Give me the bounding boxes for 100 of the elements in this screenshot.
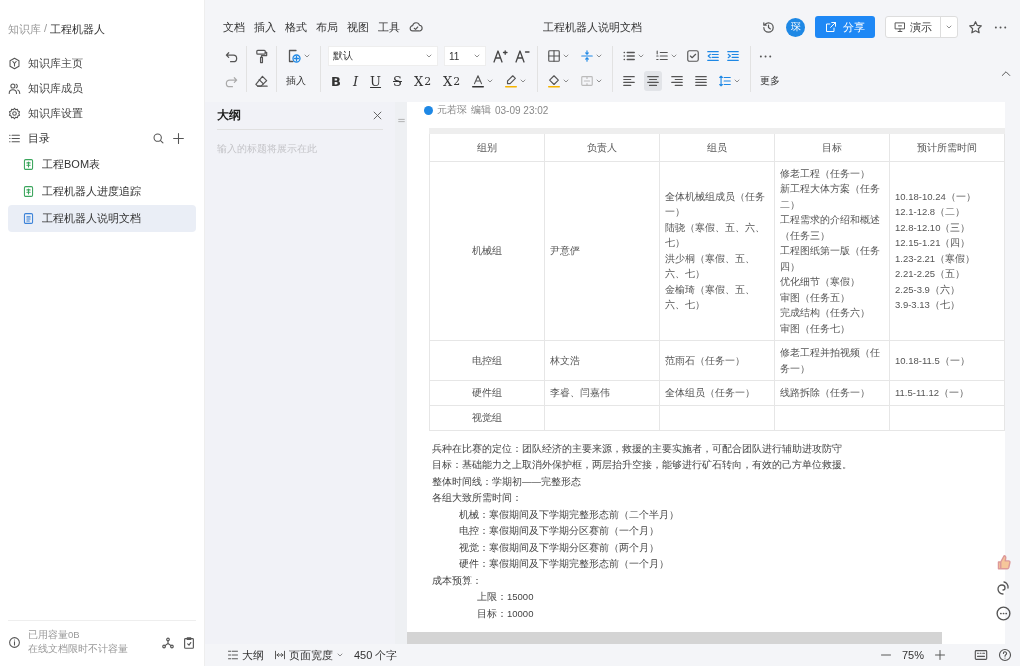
paragraph: 成本预算： <box>432 573 482 588</box>
font-size-select[interactable]: 11 <box>444 46 486 66</box>
table-cell-line: 12.15-1.21（四） <box>895 236 971 251</box>
paragraph: 兵种在比赛的定位：团队经济的主要来源，救援的主要实施者，可配合团队进行辅助进攻防守 <box>432 441 842 456</box>
caret-icon[interactable] <box>670 52 678 60</box>
sidebar-item[interactable]: 知识库主页 <box>8 51 196 76</box>
paragraph: 视觉：寒假期间及下学期分区赛前（两个月） <box>459 540 659 555</box>
menu-item[interactable]: 插入 <box>254 19 276 35</box>
home-icon <box>8 57 21 70</box>
user-avatar[interactable]: 琛 <box>786 17 805 37</box>
outline-toggle[interactable]: 大纲 <box>227 647 264 663</box>
star-icon[interactable] <box>968 19 983 35</box>
caret-icon[interactable] <box>303 52 311 60</box>
caret-icon[interactable] <box>473 52 481 60</box>
more-label[interactable]: 更多 <box>758 74 782 88</box>
share-button[interactable]: 分享 <box>815 16 875 38</box>
insert-label[interactable]: 插入 <box>284 74 308 88</box>
cloud-icon[interactable] <box>409 20 423 34</box>
chat-icon[interactable] <box>994 605 1012 622</box>
outline-title: 大纲 <box>217 107 241 124</box>
sidebar-item-label: 知识库主页 <box>28 56 83 71</box>
format-button[interactable]: U <box>367 71 385 91</box>
drag-handle-icon[interactable] <box>396 116 406 125</box>
caret-icon[interactable] <box>637 52 645 60</box>
horizontal-scrollbar[interactable] <box>407 632 942 644</box>
caret-icon[interactable] <box>595 52 603 60</box>
help-icon[interactable] <box>998 648 1012 662</box>
format-button[interactable]: S <box>390 71 405 91</box>
format-painter-icon[interactable] <box>254 48 269 64</box>
decrease-font-icon[interactable] <box>514 48 530 64</box>
table-cell-line: 洪少桐（寒假、五、六、七） <box>665 251 756 282</box>
table-cell-line: 1.23-2.21（寒假） <box>895 251 976 266</box>
caret-icon[interactable] <box>562 52 570 60</box>
plus-icon[interactable] <box>172 132 185 145</box>
close-icon[interactable] <box>372 110 383 121</box>
table-cell-line: 2.21-2.25（五） <box>895 267 966 282</box>
menu-item[interactable]: 视图 <box>347 19 369 35</box>
menu-item[interactable]: 格式 <box>285 19 307 35</box>
table-cell-line: 修老工程（任务一） <box>780 166 870 181</box>
edit-time: 03-09 23:02 <box>495 104 549 116</box>
outdent-icon[interactable] <box>706 49 720 63</box>
menu-item[interactable]: 文档 <box>223 19 245 35</box>
align-left-icon <box>622 74 636 88</box>
table-icon <box>547 49 561 63</box>
table-cell-line: 10.18-10.24（一） <box>895 189 976 204</box>
history-icon[interactable] <box>761 19 776 35</box>
column-header: 组员 <box>659 131 775 161</box>
caret-icon[interactable] <box>336 651 344 659</box>
numbered-list-icon <box>655 49 669 63</box>
search-icon[interactable] <box>152 132 165 145</box>
table-cell-line: 工程图纸第一版（任务四） <box>780 244 881 274</box>
caret-icon[interactable] <box>945 23 953 31</box>
table-cell-line: 2.25-3.9（六） <box>895 282 960 297</box>
table-cell: 李睿、闫嘉伟 <box>544 380 660 405</box>
align-center-icon <box>646 74 660 88</box>
catalog-item[interactable]: 工程机器人说明文档 <box>8 205 196 232</box>
caret-icon[interactable] <box>486 77 495 85</box>
table-cell-line: 工程需求的介绍和概述（任务三） <box>780 213 881 243</box>
menu-item[interactable]: 工具 <box>378 19 400 35</box>
caret-icon[interactable] <box>595 77 603 85</box>
sheet-icon <box>22 158 35 171</box>
list-icon <box>8 132 21 145</box>
sidebar-item[interactable]: 知识库设置 <box>8 101 196 126</box>
clipboard-icon[interactable] <box>182 635 196 650</box>
storage-label: 已用容量0B <box>28 629 81 642</box>
table-cell-line: 审图（任务五） <box>780 290 850 305</box>
swirl-icon[interactable] <box>995 580 1011 596</box>
catalog-item[interactable]: 工程BOM表 <box>8 151 196 178</box>
catalog-title: 目录 <box>28 131 51 146</box>
zoom-in-icon[interactable] <box>934 649 946 661</box>
caret-icon[interactable] <box>733 77 741 85</box>
checkbox-icon[interactable] <box>686 49 700 63</box>
sidebar-item-label: 知识库成员 <box>28 81 83 96</box>
members-icon <box>8 82 21 95</box>
caret-icon[interactable] <box>425 52 433 60</box>
caret-icon[interactable] <box>519 77 528 85</box>
page-width-button[interactable]: 页面宽度 <box>274 647 344 663</box>
menu-item[interactable]: 布局 <box>316 19 338 35</box>
format-button[interactable]: I <box>349 71 362 91</box>
format-button[interactable]: B <box>328 71 344 91</box>
caret-icon[interactable] <box>562 77 570 85</box>
sidebar-item-label: 知识库设置 <box>28 106 83 121</box>
catalog-item[interactable]: 工程机器人进度追踪 <box>8 178 196 205</box>
table-cell: 11.5-11.12（一） <box>889 380 1005 405</box>
info-icon[interactable] <box>8 636 21 649</box>
table-cell: 尹意俨 <box>544 161 660 341</box>
align-button[interactable] <box>644 71 662 91</box>
align-right-icon <box>670 74 684 88</box>
increase-font-icon[interactable] <box>492 48 508 64</box>
font-select[interactable]: 默认 <box>328 46 438 66</box>
table-cell-line: 新工程大体方案（任务二） <box>780 182 881 212</box>
indent-icon[interactable] <box>726 49 740 63</box>
column-header: 目标 <box>774 131 890 161</box>
share-node-icon[interactable] <box>161 635 175 650</box>
table-cell: 全体组员（任务一） <box>659 380 775 405</box>
sidebar-item[interactable]: 知识库成员 <box>8 76 196 101</box>
keyboard-icon[interactable] <box>974 648 988 662</box>
eraser-icon[interactable] <box>254 73 269 89</box>
table-cell-line: 12.8-12.10（三） <box>895 220 971 235</box>
catalog-item-label: 工程BOM表 <box>42 157 101 172</box>
